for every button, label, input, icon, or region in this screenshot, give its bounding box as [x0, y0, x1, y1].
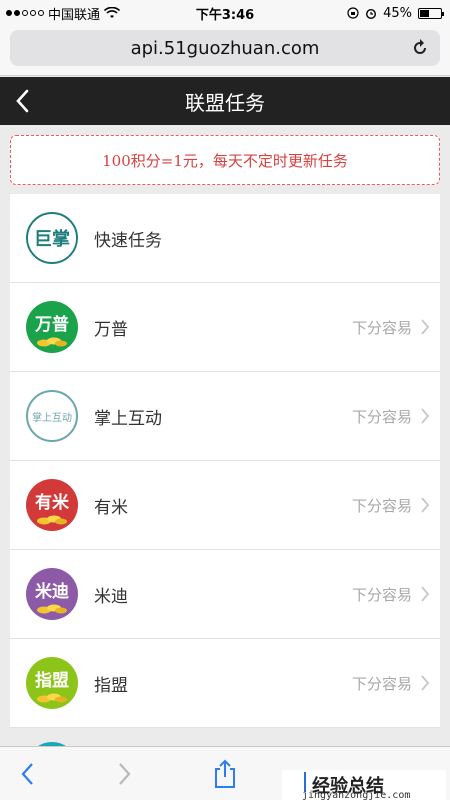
- task-item-youmi[interactable]: 有米 有米 下分容易: [10, 461, 440, 550]
- logo-label: 巨掌: [34, 229, 70, 250]
- task-item-midi[interactable]: 米迪 米迪 下分容易: [10, 550, 440, 639]
- chevron-left-icon: [21, 763, 33, 785]
- chevron-right-icon: [119, 763, 131, 785]
- midi-logo: 米迪: [26, 568, 78, 620]
- battery-percent: 45%: [383, 5, 412, 21]
- browser-address-area: api.51guozhuan.com: [0, 26, 450, 76]
- orientation-lock-icon: [347, 7, 359, 19]
- watermark-subtitle: jingyanzongjie.com: [302, 790, 411, 800]
- task-hint: 下分容易: [351, 407, 412, 426]
- task-hint: 下分容易: [351, 496, 412, 515]
- chevron-left-icon: [16, 89, 29, 113]
- address-bar[interactable]: api.51guozhuan.com: [10, 30, 440, 66]
- task-name: 掌上互动: [94, 408, 162, 429]
- task-item-wanpu[interactable]: 万普 万普 下分容易: [10, 283, 440, 372]
- browser-back-button[interactable]: [12, 759, 42, 789]
- logo-label: 米迪: [35, 581, 69, 602]
- zhangshang-logo: 掌上互动: [26, 390, 78, 442]
- wanpu-logo: 万普: [26, 301, 78, 353]
- watermark: 经验总结 jingyanzongjie.com: [282, 770, 446, 800]
- share-button[interactable]: [210, 759, 240, 789]
- coins-icon: [37, 515, 67, 525]
- logo-label: 掌上互动: [32, 412, 72, 424]
- task-name: 有米: [94, 497, 128, 518]
- watermark-bar: [304, 772, 306, 792]
- task-hint: 下分容易: [351, 318, 412, 337]
- status-bar: 中国联通 下午3:46 45%: [0, 0, 450, 26]
- coins-icon: [37, 337, 67, 347]
- chevron-right-icon: [421, 408, 430, 424]
- url-text: api.51guozhuan.com: [130, 37, 320, 59]
- status-right: 45%: [347, 5, 444, 21]
- chevron-right-icon: [421, 319, 430, 335]
- reload-icon[interactable]: [410, 38, 430, 58]
- task-item-zhimeng[interactable]: 指盟 指盟 下分容易: [10, 639, 440, 728]
- logo-label: 万普: [35, 314, 69, 335]
- chevron-right-icon: [421, 497, 430, 513]
- points-notice: 100积分=1元，每天不定时更新任务: [10, 135, 440, 185]
- task-list: 巨掌 快速任务 万普 万普 下分容易 掌上互动 掌上互动 下分容易 有米 有米 …: [10, 194, 440, 728]
- logo-label: 有米: [35, 492, 69, 513]
- alarm-icon: [366, 9, 377, 19]
- task-item-quick[interactable]: 巨掌 快速任务: [10, 194, 440, 283]
- task-hint: 下分容易: [351, 674, 412, 693]
- juzhang-logo: 巨掌: [26, 212, 78, 264]
- logo-label: 指盟: [35, 670, 69, 691]
- task-hint: 下分容易: [351, 585, 412, 604]
- coins-icon: [37, 604, 67, 614]
- task-name: 快速任务: [94, 230, 162, 251]
- task-item-zhangshang[interactable]: 掌上互动 掌上互动 下分容易: [10, 372, 440, 461]
- chevron-right-icon: [421, 675, 430, 691]
- task-name: 万普: [94, 319, 128, 340]
- chevron-right-icon: [421, 586, 430, 602]
- battery-level: [420, 9, 429, 17]
- back-button[interactable]: [10, 87, 34, 115]
- task-name: 米迪: [94, 586, 128, 607]
- task-name: 指盟: [94, 675, 128, 696]
- share-icon: [215, 759, 235, 788]
- page-title: 联盟任务: [185, 90, 265, 115]
- youmi-logo: 有米: [26, 479, 78, 531]
- page-header: 联盟任务: [0, 77, 450, 125]
- coins-icon: [37, 693, 67, 703]
- zhimeng-logo: 指盟: [26, 657, 78, 709]
- battery-icon: [418, 7, 444, 19]
- browser-forward-button[interactable]: [110, 759, 140, 789]
